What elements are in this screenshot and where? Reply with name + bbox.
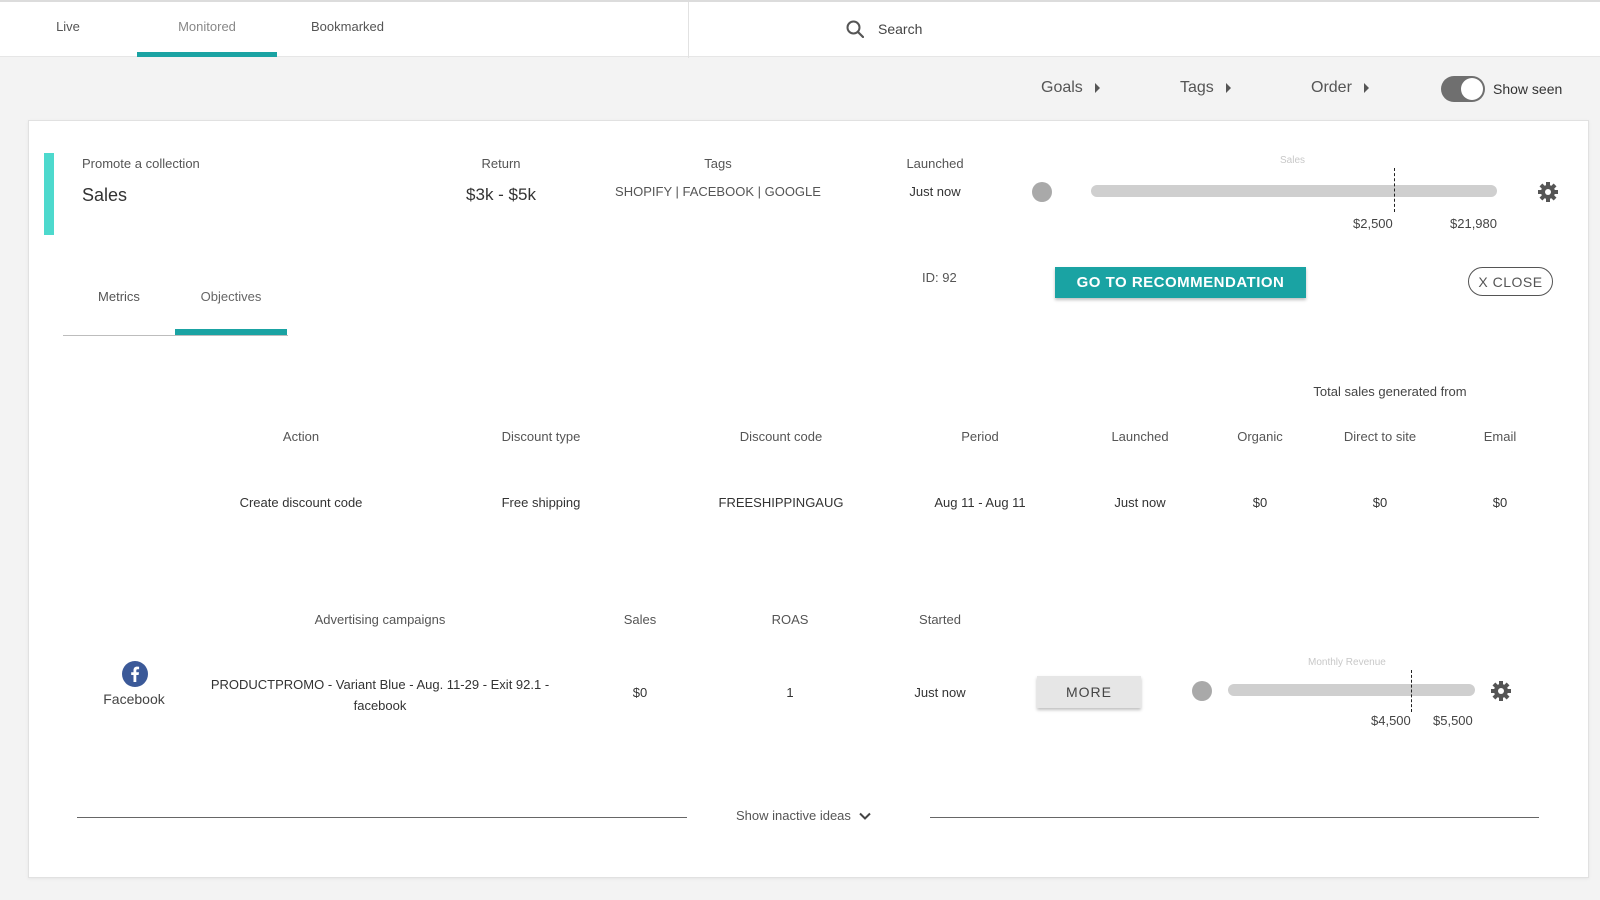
sales-max-value: $21,980: [1450, 216, 1497, 231]
caret-right-icon: [1094, 83, 1100, 93]
tags-filter-label: Tags: [1180, 79, 1214, 96]
subtab-baseline: [63, 335, 288, 336]
tags-value: SHOPIFY | FACEBOOK | GOOGLE: [615, 184, 821, 199]
revenue-slider-marker[interactable]: [1411, 670, 1412, 712]
search-input[interactable]: [878, 21, 1078, 37]
launched-label: Launched: [906, 156, 964, 171]
campaign-sales: $0: [632, 685, 648, 700]
go-to-recommendation-button[interactable]: GO TO RECOMMENDATION: [1055, 267, 1306, 298]
column-header-action: Action: [282, 429, 320, 444]
show-inactive-ideas-toggle[interactable]: Show inactive ideas: [736, 808, 871, 823]
chevron-down-icon: [859, 812, 871, 820]
column-header-discount-type: Discount type: [501, 429, 581, 444]
gear-icon[interactable]: [1538, 182, 1558, 202]
column-header-sales: Sales: [623, 612, 657, 627]
nav-divider: [688, 2, 689, 58]
column-header-started: Started: [919, 612, 961, 627]
column-header-advertising-campaigns: Advertising campaigns: [314, 612, 446, 627]
revenue-slider-label: Monthly Revenue: [1308, 657, 1386, 668]
sales-marker-value: $2,500: [1353, 216, 1393, 231]
revenue-marker-value: $4,500: [1371, 713, 1411, 728]
order-filter[interactable]: Order: [1311, 79, 1369, 97]
cell-launched: Just now: [1114, 495, 1166, 510]
column-header-roas: ROAS: [771, 612, 809, 627]
return-value: $3k - $5k: [466, 185, 536, 204]
cell-direct-to-site: $0: [1372, 495, 1388, 510]
tab-bookmarked-label: Bookmarked: [311, 19, 384, 34]
tab-live[interactable]: Live: [28, 2, 108, 57]
tab-metrics-label: Metrics: [98, 289, 140, 304]
campaign-name: PRODUCTPROMO - Variant Blue - Aug. 11-29…: [195, 674, 565, 716]
show-seen-toggle[interactable]: [1441, 76, 1485, 102]
campaign-platform-label: Facebook: [103, 691, 165, 707]
tab-monitored[interactable]: Monitored: [137, 2, 277, 57]
caret-right-icon: [1363, 83, 1369, 93]
idea-id: ID: 92: [922, 270, 957, 285]
divider-left: [77, 817, 687, 818]
cell-email: $0: [1492, 495, 1508, 510]
column-header-period: Period: [961, 429, 999, 444]
tags-filter[interactable]: Tags: [1180, 79, 1231, 97]
tab-metrics[interactable]: Metrics: [63, 280, 175, 336]
cell-organic: $0: [1252, 495, 1268, 510]
sales-slider-track[interactable]: [1091, 185, 1497, 197]
top-nav-bar: Live Monitored Bookmarked: [0, 0, 1600, 58]
revenue-slider-track[interactable]: [1228, 684, 1475, 696]
tab-monitored-label: Monitored: [178, 19, 236, 34]
campaign-started: Just now: [914, 685, 966, 700]
caret-right-icon: [1225, 83, 1231, 93]
cell-discount-type: Free shipping: [501, 495, 581, 510]
card-accent-bar: [44, 153, 54, 235]
search-icon[interactable]: [846, 20, 864, 38]
revenue-max-value: $5,500: [1433, 713, 1473, 728]
column-header-organic: Organic: [1237, 429, 1283, 444]
column-header-launched: Launched: [1111, 429, 1169, 444]
tags-label: Tags: [704, 156, 732, 171]
goals-filter-label: Goals: [1041, 79, 1083, 96]
campaign-roas: 1: [786, 685, 794, 700]
search-bar: [846, 20, 1078, 38]
gear-icon[interactable]: [1491, 681, 1511, 701]
cell-period: Aug 11 - Aug 11: [934, 495, 1026, 510]
campaign-name-line-2: facebook: [353, 698, 407, 713]
sales-source-group-header: Total sales generated from: [1313, 384, 1467, 399]
sales-slider-marker[interactable]: [1394, 168, 1395, 212]
sales-slider-label: Sales: [1280, 155, 1306, 166]
return-label: Return: [481, 156, 521, 171]
show-seen-label: Show seen: [1493, 81, 1563, 97]
tab-bookmarked[interactable]: Bookmarked: [290, 2, 405, 57]
tab-live-label: Live: [56, 19, 80, 34]
toggle-knob: [1461, 78, 1483, 100]
idea-type-label: Promote a collection: [82, 156, 200, 171]
cell-action: Create discount code: [239, 495, 363, 510]
cell-discount-code: FREESHIPPINGAUG: [718, 495, 844, 510]
subtab-active-indicator: [175, 329, 287, 335]
column-header-email: Email: [1483, 429, 1517, 444]
campaign-name-line-1: PRODUCTPROMO - Variant Blue - Aug. 11-29…: [210, 677, 550, 692]
tab-objectives[interactable]: Objectives: [175, 280, 287, 336]
close-button[interactable]: X CLOSE: [1468, 267, 1553, 296]
order-filter-label: Order: [1311, 79, 1352, 96]
goals-filter[interactable]: Goals: [1041, 79, 1100, 97]
idea-goal: Sales: [82, 185, 128, 205]
facebook-icon: [122, 661, 148, 687]
more-button[interactable]: MORE: [1037, 676, 1141, 708]
sales-slider-start-dot: [1032, 182, 1052, 202]
column-header-direct-to-site: Direct to site: [1343, 429, 1417, 444]
divider-right: [930, 817, 1539, 818]
launched-value: Just now: [909, 184, 961, 199]
column-header-discount-code: Discount code: [739, 429, 823, 444]
revenue-slider-start-dot: [1192, 681, 1212, 701]
show-inactive-ideas-label: Show inactive ideas: [736, 808, 851, 823]
